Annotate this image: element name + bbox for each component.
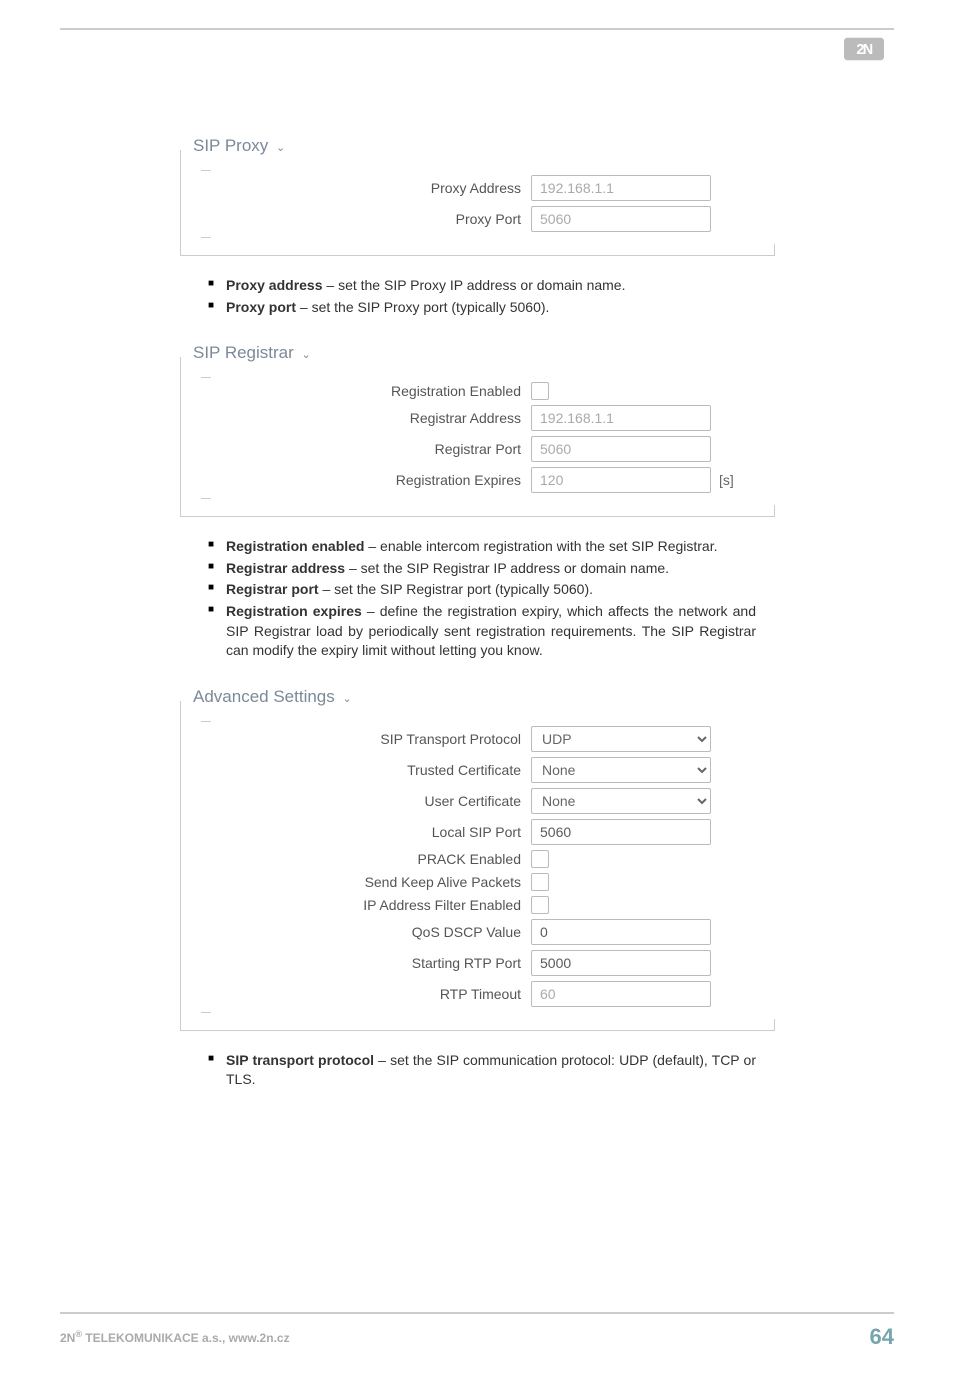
label-registrar-port: Registrar Port [201,441,531,457]
desc-item: Registrar port – set the SIP Registrar p… [208,580,756,600]
page-number: 64 [870,1324,894,1350]
section-sip-registrar: SIP Registrar ⌄ Registration Enabled Reg… [180,367,774,517]
unit-seconds: [s] [719,472,734,488]
desc-item: Registrar address – set the SIP Registra… [208,559,756,579]
label-starting-rtp: Starting RTP Port [201,955,531,971]
input-proxy-address[interactable] [531,175,711,201]
label-qos-dscp: QoS DSCP Value [201,924,531,940]
input-qos-dscp[interactable] [531,919,711,945]
label-proxy-port: Proxy Port [201,211,531,227]
footer-company: 2N® TELEKOMUNIKACE a.s., www.2n.cz [60,1329,290,1345]
select-trusted-cert[interactable]: None [531,757,711,783]
input-rtp-timeout[interactable] [531,981,711,1007]
section-title-advanced[interactable]: Advanced Settings ⌄ [189,687,356,707]
select-sip-transport[interactable]: UDP [531,726,711,752]
select-user-cert[interactable]: None [531,788,711,814]
section-title-sip-proxy[interactable]: SIP Proxy ⌄ [189,136,289,156]
desc-list-advanced: SIP transport protocol – set the SIP com… [180,1051,774,1090]
checkbox-ip-filter[interactable] [531,896,549,914]
input-registrar-port[interactable] [531,436,711,462]
desc-list-registrar: Registration enabled – enable intercom r… [180,537,774,661]
label-user-cert: User Certificate [201,793,531,809]
desc-item: Proxy port – set the SIP Proxy port (typ… [208,298,756,318]
input-proxy-port[interactable] [531,206,711,232]
checkbox-keep-alive[interactable] [531,873,549,891]
desc-item: Registration expires – define the regist… [208,602,756,661]
section-sip-proxy: SIP Proxy ⌄ Proxy Address Proxy Port [180,160,774,256]
chevron-down-icon: ⌄ [343,692,352,705]
desc-item: Proxy address – set the SIP Proxy IP add… [208,276,756,296]
label-keep-alive: Send Keep Alive Packets [201,874,531,890]
desc-list-proxy: Proxy address – set the SIP Proxy IP add… [180,276,774,317]
section-advanced-settings: Advanced Settings ⌄ SIP Transport Protoc… [180,711,774,1031]
label-rtp-timeout: RTP Timeout [201,986,531,1002]
section-title-label: SIP Proxy [193,136,268,155]
page-footer: 2N® TELEKOMUNIKACE a.s., www.2n.cz 64 [60,1312,894,1350]
label-registration-enabled: Registration Enabled [201,383,531,399]
label-proxy-address: Proxy Address [201,180,531,196]
label-registration-expires: Registration Expires [201,472,531,488]
section-title-sip-registrar[interactable]: SIP Registrar ⌄ [189,343,315,363]
label-prack-enabled: PRACK Enabled [201,851,531,867]
input-starting-rtp[interactable] [531,950,711,976]
checkbox-registration-enabled[interactable] [531,382,549,400]
label-local-sip-port: Local SIP Port [201,824,531,840]
svg-text:2N: 2N [856,42,872,58]
label-trusted-cert: Trusted Certificate [201,762,531,778]
checkbox-prack-enabled[interactable] [531,850,549,868]
brand-logo: 2N [844,36,884,68]
desc-item: SIP transport protocol – set the SIP com… [208,1051,756,1090]
chevron-down-icon: ⌄ [276,141,285,154]
input-registration-expires[interactable] [531,467,711,493]
label-sip-transport: SIP Transport Protocol [201,731,531,747]
input-registrar-address[interactable] [531,405,711,431]
desc-item: Registration enabled – enable intercom r… [208,537,756,557]
section-title-label: Advanced Settings [193,687,335,706]
section-title-label: SIP Registrar [193,343,294,362]
input-local-sip-port[interactable] [531,819,711,845]
label-ip-filter: IP Address Filter Enabled [201,897,531,913]
label-registrar-address: Registrar Address [201,410,531,426]
chevron-down-icon: ⌄ [302,348,311,361]
